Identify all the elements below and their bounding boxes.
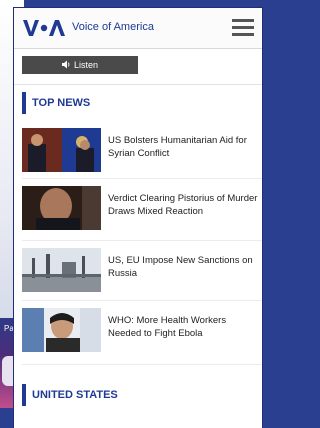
divider <box>22 178 262 179</box>
hamburger-menu-icon[interactable] <box>232 19 254 37</box>
story-item[interactable]: US Bolsters Humanitarian Aid for Syrian … <box>22 128 262 178</box>
section-accent-bar <box>22 384 26 406</box>
section-title: TOP NEWS <box>32 97 91 109</box>
divider <box>22 364 262 365</box>
section-accent-bar <box>22 92 26 114</box>
section-title: UNITED STATES <box>32 389 118 401</box>
story-item[interactable]: Verdict Clearing Pistorius of Murder Dra… <box>22 186 262 236</box>
story-thumbnail[interactable] <box>22 186 101 230</box>
background-tag: Pa <box>4 324 14 333</box>
phone-screen: Voice of America Listen TOP NEWS US Bols… <box>14 8 262 428</box>
story-headline[interactable]: US, EU Impose New Sanctions on Russia <box>108 254 260 280</box>
story-item[interactable]: WHO: More Health Workers Needed to Fight… <box>22 308 262 358</box>
story-item[interactable]: US, EU Impose New Sanctions on Russia <box>22 248 262 298</box>
listen-button[interactable]: Listen <box>22 56 138 74</box>
speaker-icon <box>61 60 71 71</box>
story-headline[interactable]: US Bolsters Humanitarian Aid for Syrian … <box>108 134 260 160</box>
story-headline[interactable]: Verdict Clearing Pistorius of Murder Dra… <box>108 192 260 218</box>
story-thumbnail[interactable] <box>22 308 101 352</box>
section-header-united-states[interactable]: UNITED STATES <box>22 384 118 406</box>
story-thumbnail[interactable] <box>22 248 101 292</box>
voa-logo-mark <box>23 20 65 36</box>
divider <box>22 300 262 301</box>
story-thumbnail[interactable] <box>22 128 101 172</box>
divider <box>14 84 262 85</box>
section-header-top-news[interactable]: TOP NEWS <box>22 92 90 114</box>
brand-name: Voice of America <box>72 21 154 33</box>
top-bar: Voice of America <box>14 8 262 49</box>
listen-label: Listen <box>73 60 99 70</box>
divider <box>22 240 262 241</box>
voa-logo[interactable] <box>22 18 66 38</box>
story-headline[interactable]: WHO: More Health Workers Needed to Fight… <box>108 314 260 340</box>
